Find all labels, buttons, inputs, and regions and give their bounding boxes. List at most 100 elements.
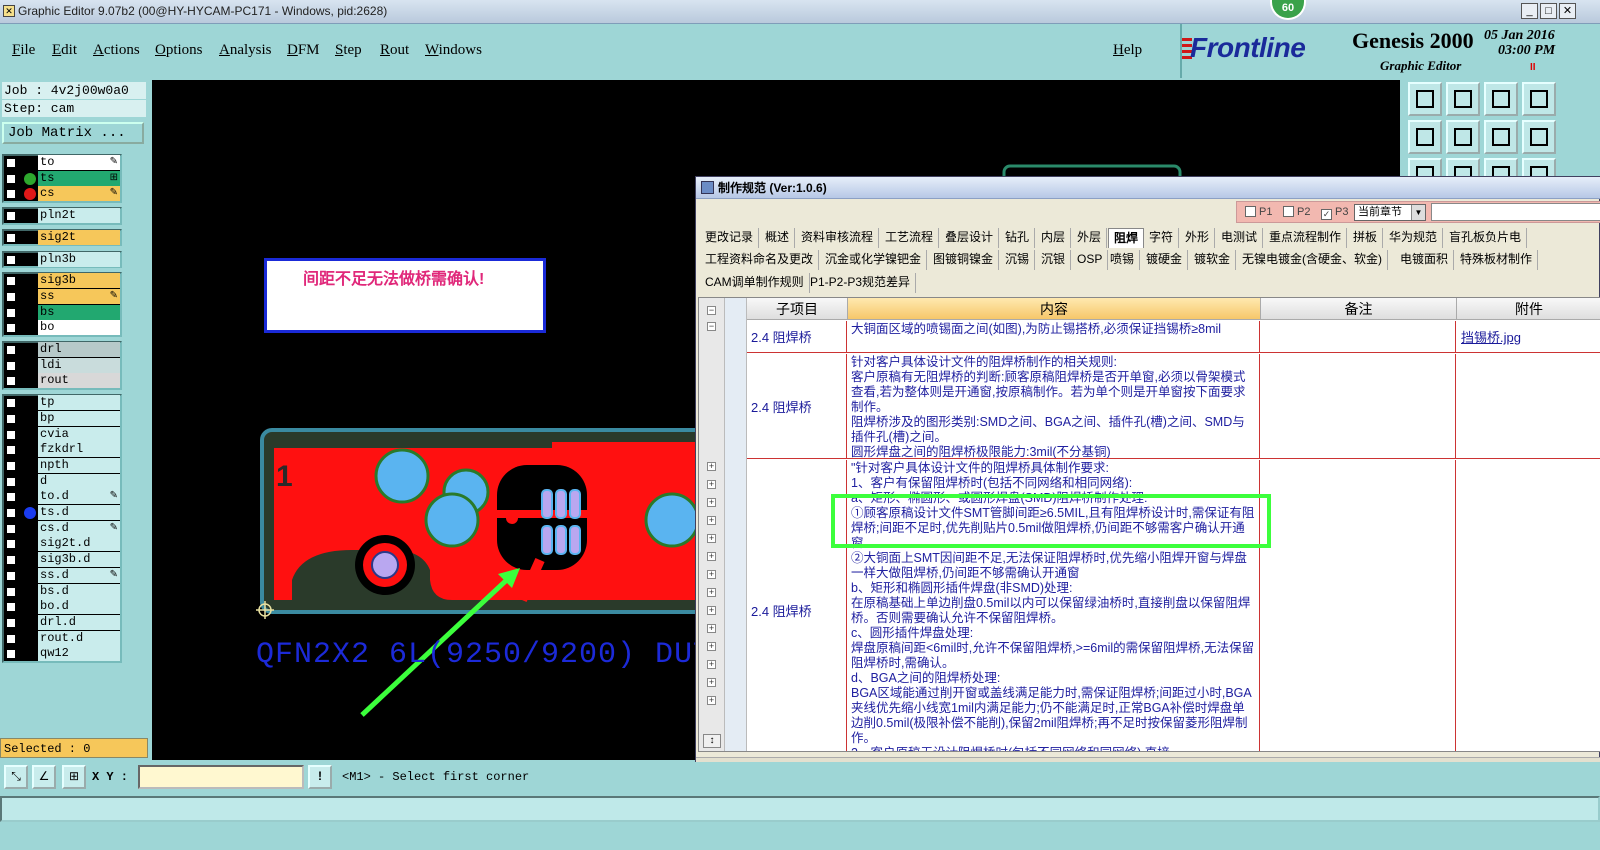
layer-name[interactable]: cvia — [38, 426, 120, 442]
export-icon[interactable] — [1446, 82, 1480, 116]
job-matrix-button[interactable]: Job Matrix ... — [2, 122, 144, 144]
tab-tabs_row3-1[interactable]: P1-P2-P3规范差异 — [805, 273, 917, 293]
layer-checkbox[interactable] — [6, 173, 16, 184]
layer-row-cs[interactable]: cs ✎ — [4, 186, 120, 202]
layer-checkbox[interactable] — [6, 476, 16, 487]
grid-icon[interactable]: ⊞ — [62, 765, 86, 789]
layer-name[interactable]: rout — [38, 373, 120, 389]
move-right-icon[interactable] — [1446, 120, 1480, 154]
layer-checkbox[interactable] — [6, 211, 16, 222]
column-header-content[interactable]: 内容 — [848, 298, 1261, 320]
tab-tabs_row2-3[interactable]: 沉锡 — [1000, 250, 1036, 270]
layer-row-drl[interactable]: drl — [4, 342, 120, 358]
search-input[interactable] — [1431, 203, 1600, 221]
layer-checkbox[interactable] — [6, 232, 16, 243]
home-icon[interactable] — [1484, 82, 1518, 116]
minimize-button[interactable]: _ — [1521, 3, 1538, 19]
layer-name[interactable]: rout.d — [38, 630, 120, 646]
tab-tabs_row2-11[interactable]: 特殊板材制作 — [1455, 250, 1539, 270]
tab-tabs_row2-8[interactable]: 镀软金 — [1189, 250, 1237, 270]
attachment-link[interactable]: 挡锡桥.jpg — [1457, 321, 1600, 352]
layer-checkbox[interactable] — [6, 323, 16, 334]
layer-checkbox[interactable] — [6, 360, 16, 371]
tab-tabs_row2-6[interactable]: 喷锡 — [1105, 250, 1141, 270]
layer-row-rout[interactable]: rout — [4, 373, 120, 389]
layer-checkbox[interactable] — [6, 398, 16, 409]
tab-tabs_row1-8[interactable]: 阻焊 — [1108, 228, 1145, 248]
angle-icon[interactable]: ∠ — [32, 765, 56, 789]
layer-name[interactable]: pln2t — [38, 208, 120, 224]
layer-checkbox[interactable] — [6, 254, 16, 265]
tree-collapse-icon[interactable]: − — [707, 306, 716, 315]
layer-row-cs-d[interactable]: cs.d ✎ — [4, 520, 120, 537]
filter-p2[interactable]: P2 — [1283, 206, 1310, 218]
layer-checkbox[interactable] — [6, 429, 16, 440]
layer-row-ss[interactable]: ss ✎ — [4, 288, 120, 305]
menu-help[interactable]: Help — [1113, 42, 1142, 59]
layer-name[interactable]: ss.d ✎ — [38, 567, 120, 583]
layer-checkbox[interactable] — [6, 508, 16, 518]
menu-rout[interactable]: Rout — [380, 42, 409, 59]
layer-row-rout-d[interactable]: rout.d — [4, 630, 120, 647]
layer-checkbox[interactable] — [6, 492, 16, 503]
layer-name[interactable]: bo — [38, 320, 120, 336]
layer-row-ldi[interactable]: ldi — [4, 357, 120, 374]
tab-tabs_row1-13[interactable]: 拼板 — [1348, 228, 1384, 248]
layer-row-qw12[interactable]: qw12 — [4, 646, 120, 662]
snap-icon[interactable]: ⤡ — [4, 765, 28, 789]
tab-tabs_row1-12[interactable]: 重点流程制作 — [1264, 228, 1348, 248]
tab-tabs_row2-7[interactable]: 镀硬金 — [1141, 250, 1189, 270]
layer-name[interactable]: qw12 — [38, 646, 120, 662]
swap-icon[interactable] — [1484, 120, 1518, 154]
chapter-select[interactable]: 当前章节 ▼ — [1354, 204, 1426, 221]
layer-checkbox[interactable] — [6, 555, 16, 566]
layer-checkbox[interactable] — [6, 276, 16, 287]
layer-checkbox[interactable] — [6, 158, 16, 168]
layer-row-tp[interactable]: tp — [4, 395, 120, 411]
column-header-attachment[interactable]: 附件 — [1457, 298, 1600, 320]
import-icon[interactable] — [1408, 82, 1442, 116]
layer-row-drl-d[interactable]: drl.d — [4, 614, 120, 631]
tree-expand-icon[interactable]: + — [707, 678, 716, 687]
layer-row-sig2t[interactable]: sig2t — [4, 229, 120, 246]
tab-tabs_row2-9[interactable]: 无镍电镀金(含硬金、软金) — [1237, 250, 1388, 270]
layer-checkbox[interactable] — [6, 291, 16, 302]
layer-checkbox[interactable] — [6, 539, 16, 550]
tree-expand-icon[interactable]: + — [707, 498, 716, 507]
layer-checkbox[interactable] — [6, 586, 16, 597]
layer-name[interactable]: pln3b — [38, 251, 120, 267]
layer-checkbox[interactable] — [6, 445, 16, 456]
layer-name[interactable]: tp — [38, 395, 120, 411]
close-button[interactable]: ✕ — [1559, 3, 1576, 19]
tab-tabs_row2-1[interactable]: 沉金或化学镍钯金 — [820, 250, 928, 270]
layer-name[interactable]: sig2t — [38, 229, 120, 245]
tree-expand-icon[interactable]: + — [707, 480, 716, 489]
layer-name[interactable]: ldi — [38, 357, 120, 373]
layer-checkbox[interactable] — [6, 649, 16, 660]
layer-row-sig3b[interactable]: sig3b — [4, 273, 120, 289]
tab-tabs_row1-15[interactable]: 盲孔板负片电 — [1444, 228, 1528, 248]
column-header-note[interactable]: 备注 — [1261, 298, 1457, 320]
table-row[interactable]: 2.4 阻焊桥 针对客户具体设计文件的阻焊桥制作的相关规则: 客户原稿有无阻焊桥… — [747, 354, 1600, 459]
layer-row-bo[interactable]: bo — [4, 320, 120, 336]
layer-row-bs-d[interactable]: bs.d — [4, 583, 120, 600]
layer-checkbox[interactable] — [6, 633, 16, 644]
move-left-icon[interactable] — [1408, 120, 1442, 154]
checkbox-p2[interactable] — [1283, 206, 1294, 217]
layer-name[interactable]: bo.d — [38, 599, 120, 615]
tree-expand-icon[interactable]: + — [707, 606, 716, 615]
tab-tabs_row1-10[interactable]: 外形 — [1180, 228, 1216, 248]
layer-checkbox[interactable] — [6, 602, 16, 613]
tab-tabs_row1-0[interactable]: 更改记录 — [700, 228, 760, 248]
tab-tabs_row1-14[interactable]: 华为规范 — [1384, 228, 1444, 248]
layer-name[interactable]: bs — [38, 304, 120, 320]
layer-name[interactable]: sig3b.d — [38, 552, 120, 568]
layer-row-sig3b-d[interactable]: sig3b.d — [4, 552, 120, 568]
menu-file[interactable]: File — [12, 42, 35, 59]
tree-collapse-icon[interactable]: − — [707, 322, 716, 331]
layer-checkbox[interactable] — [6, 617, 16, 628]
tab-tabs_row2-5[interactable]: OSP — [1072, 250, 1109, 270]
checkbox-p1[interactable] — [1245, 206, 1256, 217]
tab-tabs_row1-5[interactable]: 钻孔 — [1000, 228, 1036, 248]
checkbox-p3[interactable]: ✓ — [1321, 209, 1332, 220]
